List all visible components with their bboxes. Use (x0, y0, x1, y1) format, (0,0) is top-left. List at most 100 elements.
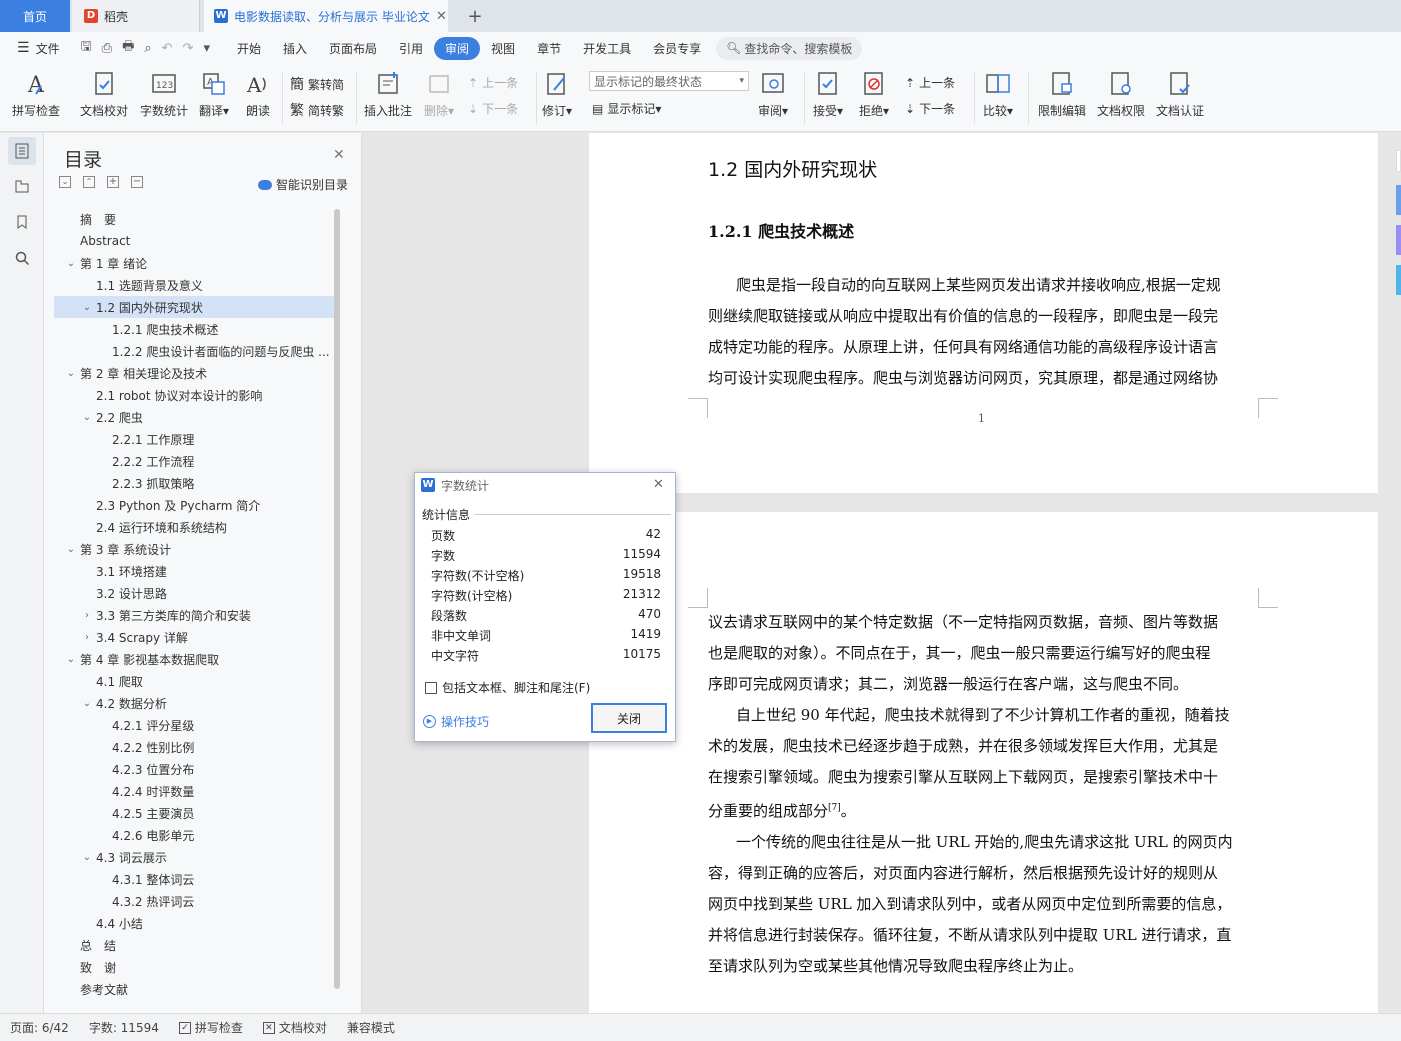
doc-permission-button[interactable]: 文档权限 (1097, 70, 1145, 119)
chevron-down-icon[interactable]: ⌄ (80, 412, 94, 423)
read-aloud-button[interactable]: A 朗读 (244, 70, 272, 119)
toc-item[interactable]: 3.2 设计思路 (54, 582, 334, 604)
collapse-all-icon[interactable]: ⌄ (59, 176, 71, 188)
toc-item[interactable]: 2.4 运行环境和系统结构 (54, 516, 334, 538)
tab-home[interactable]: 首页 (0, 0, 70, 32)
next-comment-button[interactable]: ⇣ 下一条 (468, 100, 518, 117)
chevron-right-icon[interactable]: › (80, 610, 94, 621)
doc-certify-button[interactable]: 文档认证 (1156, 70, 1204, 119)
toc-item[interactable]: 4.1 爬取 (54, 670, 334, 692)
word-count-button[interactable]: 123 字数统计 (140, 70, 188, 119)
toc-item[interactable]: 参考文献 (54, 978, 334, 1000)
expand-up-icon[interactable]: ⌃ (83, 176, 95, 188)
menu-insert[interactable]: 插入 (272, 37, 318, 60)
toc-item[interactable]: › 3.3 第三方类库的简介和安装 (54, 604, 334, 626)
doc-proof-button[interactable]: 文档校对 (80, 70, 128, 119)
toc-item[interactable]: 3.1 环境搭建 (54, 560, 334, 582)
toc-item[interactable]: ⌄ 第 4 章 影视基本数据爬取 (54, 648, 334, 670)
chevron-down-icon[interactable]: ⌄ (80, 852, 94, 863)
remove-heading-icon[interactable]: − (131, 176, 143, 188)
menu-start[interactable]: 开始 (226, 37, 272, 60)
save-icon[interactable]: 🖫 (81, 37, 92, 59)
find-icon[interactable] (8, 244, 36, 272)
toc-item[interactable]: 4.2.6 电影单元 (54, 824, 334, 846)
toc-scrollbar[interactable] (334, 209, 340, 989)
toc-item[interactable]: 4.3.2 热评词云 (54, 890, 334, 912)
customize-icon[interactable]: ▾ (203, 41, 210, 56)
prev-comment-button[interactable]: ⇡ 上一条 (468, 74, 518, 91)
toc-item[interactable]: 2.2.2 工作流程 (54, 450, 334, 472)
toc-item[interactable]: 1.1 选题背景及意义 (54, 274, 334, 296)
trad-to-simp-button[interactable]: 簡 繁转简 (290, 74, 344, 94)
citation-ref[interactable]: [7] (828, 803, 841, 813)
tab-daoke[interactable]: D 稻壳 (72, 0, 200, 32)
toc-item[interactable]: › 3.4 Scrapy 详解 (54, 626, 334, 648)
toc-item[interactable]: 2.1 robot 协议对本设计的影响 (54, 384, 334, 406)
toc-item[interactable]: 2.3 Python 及 Pycharm 简介 (54, 494, 334, 516)
include-textbox-checkbox[interactable]: 包括文本框、脚注和尾注(F) (425, 679, 590, 696)
side-tool-purple[interactable] (1396, 225, 1401, 255)
toc-item[interactable]: 2.2.1 工作原理 (54, 428, 334, 450)
close-tab-icon[interactable]: ✕ (436, 9, 447, 24)
menu-chapter[interactable]: 章节 (526, 37, 572, 60)
toc-item[interactable]: ⌄ 第 2 章 相关理论及技术 (54, 362, 334, 384)
chevron-right-icon[interactable]: › (80, 632, 94, 643)
doc-proof-status[interactable]: ✕ 文档校对 (253, 1019, 337, 1036)
add-tab-button[interactable]: + (460, 0, 490, 32)
close-icon[interactable]: ✕ (333, 147, 345, 163)
page-indicator[interactable]: 页面: 6/42 (0, 1019, 79, 1036)
restrict-edit-button[interactable]: 限制编辑 (1038, 70, 1086, 119)
side-tool-cyan[interactable] (1396, 265, 1401, 295)
toc-panel-icon[interactable] (8, 137, 36, 165)
side-tool-tab[interactable] (1396, 150, 1401, 172)
dialog-close-icon[interactable]: ✕ (653, 477, 664, 492)
insert-comment-button[interactable]: 插入批注 (364, 70, 412, 119)
toc-item[interactable]: 4.2.2 性别比例 (54, 736, 334, 758)
toc-item[interactable]: 4.2.1 评分星级 (54, 714, 334, 736)
show-markup-button[interactable]: ▤ 显示标记▾ (592, 100, 661, 117)
toc-item[interactable]: 致 谢 (54, 956, 334, 978)
command-search[interactable]: 🔍︎ 查找命令、搜索模板 (716, 36, 863, 60)
toc-item[interactable]: 4.2.3 位置分布 (54, 758, 334, 780)
accept-button[interactable]: 接受▾ (813, 70, 843, 119)
simp-to-trad-button[interactable]: 繁 简转繁 (290, 100, 344, 120)
toc-item[interactable]: 摘 要 (54, 208, 334, 230)
toc-item[interactable]: 总 结 (54, 934, 334, 956)
toc-item[interactable]: ⌄ 4.2 数据分析 (54, 692, 334, 714)
file-menu[interactable]: ☰ 文件 (6, 37, 71, 60)
chevron-down-icon[interactable]: ⌄ (64, 368, 78, 379)
close-button[interactable]: 关闭 (591, 703, 667, 733)
word-count-indicator[interactable]: 字数: 11594 (79, 1019, 169, 1036)
toc-item[interactable]: ⌄ 第 3 章 系统设计 (54, 538, 334, 560)
toc-item[interactable]: 2.2.3 抓取策略 (54, 472, 334, 494)
markup-state-select[interactable]: 显示标记的最终状态 ▾ (589, 71, 749, 91)
add-heading-icon[interactable]: + (107, 176, 119, 188)
toc-item[interactable]: 4.4 小结 (54, 912, 334, 934)
menu-view[interactable]: 视图 (480, 37, 526, 60)
spell-check-status[interactable]: ✓ 拼写检查 (169, 1019, 253, 1036)
undo-icon[interactable]: ↶ (162, 41, 173, 56)
menu-member[interactable]: 会员专享 (642, 37, 712, 60)
toc-item[interactable]: 4.2.5 主要演员 (54, 802, 334, 824)
print-icon[interactable]: 🖶 (122, 37, 134, 59)
toc-item[interactable]: 4.2.4 时评数量 (54, 780, 334, 802)
track-changes-button[interactable]: 修订▾ (542, 70, 572, 119)
prev-change-button[interactable]: ⇡ 上一条 (905, 74, 955, 91)
toc-item[interactable]: 1.2.1 爬虫技术概述 (54, 318, 334, 340)
redo-icon[interactable]: ↷ (183, 41, 194, 56)
toc-item[interactable]: 4.3.1 整体词云 (54, 868, 334, 890)
chevron-down-icon[interactable]: ⌄ (64, 258, 78, 269)
chevron-down-icon[interactable]: ⌄ (64, 654, 78, 665)
reject-button[interactable]: 拒绝▾ (859, 70, 889, 119)
export-icon[interactable]: ⌕ (144, 41, 151, 56)
toc-item[interactable]: ⌄ 第 1 章 绪论 (54, 252, 334, 274)
spell-check-button[interactable]: A 拼写检查 (12, 70, 60, 119)
toc-item[interactable]: ⌄ 4.3 词云展示 (54, 846, 334, 868)
bookmark-icon[interactable] (8, 208, 36, 236)
chevron-down-icon[interactable]: ⌄ (64, 544, 78, 555)
toc-item[interactable]: ⌄ 2.2 爬虫 (54, 406, 334, 428)
next-change-button[interactable]: ⇣ 下一条 (905, 100, 955, 117)
menu-devtools[interactable]: 开发工具 (572, 37, 642, 60)
delete-comment-button[interactable]: 删除▾ (424, 70, 454, 119)
menu-review[interactable]: 审阅 (434, 36, 481, 60)
